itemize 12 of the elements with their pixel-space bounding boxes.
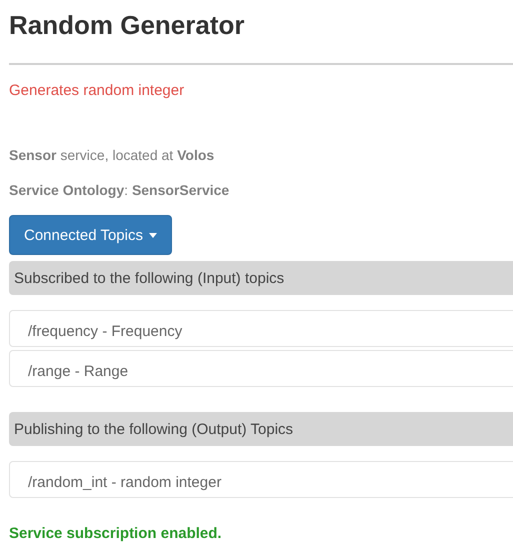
section-heading: Publishing to the following (Output) Topics — [9, 412, 513, 446]
topic-item: /range - Range — [9, 350, 513, 387]
caret-icon — [148, 232, 157, 238]
connected-topics-button[interactable]: Connected Topics — [9, 215, 172, 255]
status-message: Service subscription enabled. — [9, 525, 223, 542]
page-title: Random Generator — [9, 9, 246, 40]
topic-item: /frequency - Frequency — [9, 310, 513, 347]
topic-item: /random_int - random integer — [9, 461, 513, 498]
ontology-text: Service Ontology: SensorService — [9, 181, 230, 199]
description-text: Generates random integer — [9, 82, 186, 100]
location-text: Sensor service, located at Volos — [9, 146, 216, 164]
section-heading: Subscribed to the following (Input) topics — [9, 261, 513, 295]
